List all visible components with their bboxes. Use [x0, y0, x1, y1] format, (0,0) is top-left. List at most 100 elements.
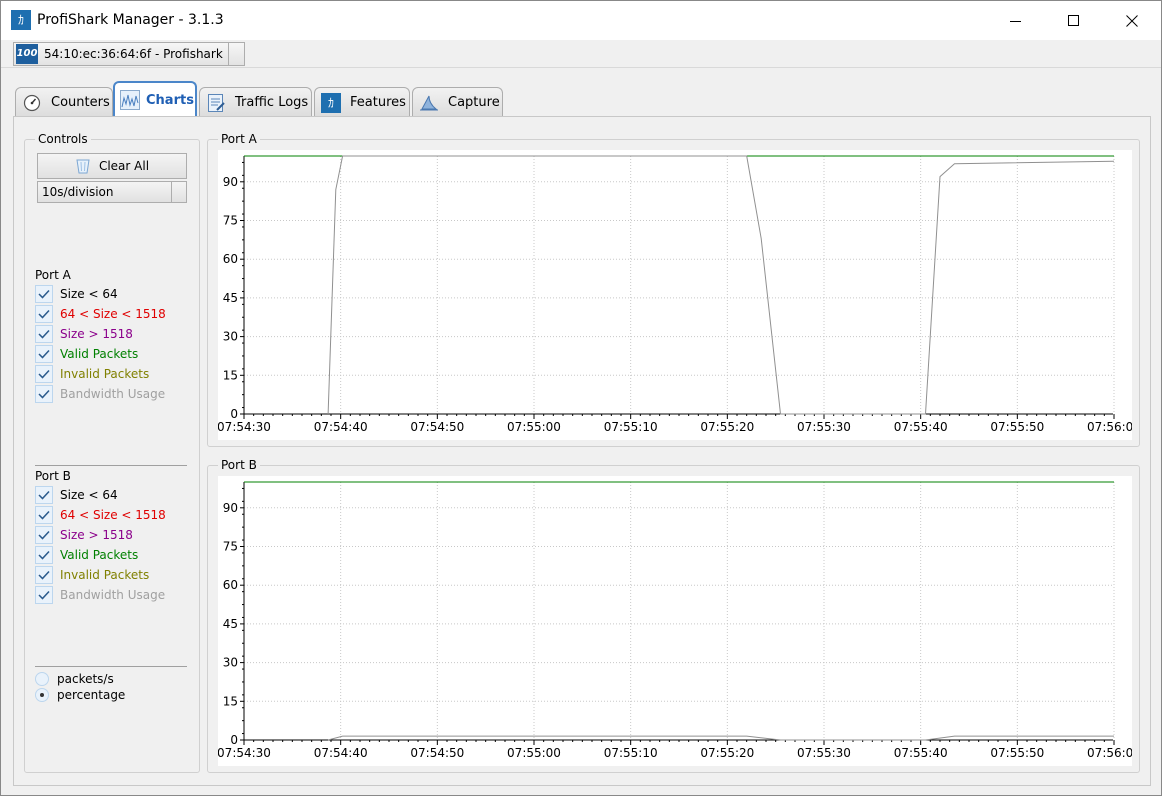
- x-tick-label: 07:55:30: [797, 746, 851, 760]
- series-label: Bandwidth Usage: [60, 588, 166, 602]
- maximize-button[interactable]: [1045, 1, 1103, 40]
- x-tick-label: 07:54:40: [314, 746, 368, 760]
- checkbox-box: [35, 586, 53, 604]
- port-a-bandwidth-usage-checkbox[interactable]: Bandwidth Usage: [35, 385, 165, 403]
- x-tick-label: 07:54:40: [314, 420, 368, 434]
- title-bar[interactable]: ｶ ProfiShark Manager - 3.1.3: [1, 1, 1161, 40]
- x-tick-label: 07:55:40: [894, 746, 948, 760]
- percentage-radio[interactable]: percentage: [35, 687, 125, 703]
- checkbox-box: [35, 385, 53, 403]
- series-label: Invalid Packets: [60, 367, 150, 381]
- x-tick-label: 07:54:50: [410, 746, 464, 760]
- tab-charts-label: Charts: [146, 92, 194, 108]
- checkmark-icon: [38, 369, 50, 379]
- clear-all-button[interactable]: Clear All: [37, 153, 187, 179]
- x-tick-label: 07:55:50: [990, 746, 1044, 760]
- port-b-bandwidth-usage-checkbox[interactable]: Bandwidth Usage: [35, 586, 165, 604]
- profishark-logo-icon: ｶ: [321, 92, 341, 113]
- y-tick-label: 60: [223, 252, 238, 266]
- tab-features-label: Features: [350, 95, 406, 110]
- radio-label: packets/s: [57, 672, 114, 686]
- x-tick-label: 07:54:30: [218, 420, 271, 434]
- tab-capture-label: Capture: [448, 95, 500, 110]
- checkbox-box: [35, 325, 53, 343]
- y-tick-label: 30: [223, 330, 238, 344]
- device-tab[interactable]: 100 54:10:ec:36:64:6f - Profishark: [13, 42, 245, 66]
- port-b-chart-svg[interactable]: 0 15 30 45 60 75 90 07:54:30 07:54:40 07:54:50 07:…: [217, 476, 1141, 766]
- port-a-chart-title: Port A: [218, 132, 260, 146]
- checkmark-icon: [38, 590, 50, 600]
- port-b-size-lt-64-checkbox[interactable]: Size < 64: [35, 486, 118, 504]
- series-label: Size < 64: [60, 287, 118, 301]
- series-label: Size > 1518: [60, 528, 133, 542]
- radio-selected-dot: [40, 693, 44, 697]
- divider: [35, 465, 187, 466]
- controls-group-title: Controls: [35, 132, 91, 146]
- chart-background: [218, 476, 1132, 766]
- port-b-chart-group: Port B 0 15 30 45 60 75 90 07:54:30 07:54:40 07:5…: [207, 458, 1141, 773]
- port-a-chart[interactable]: 0 15 30 45 60 75 90 07:54:30 07:54:40 07:54:50 07:…: [217, 150, 1141, 443]
- port-a-size-lt-64-checkbox[interactable]: Size < 64: [35, 285, 118, 303]
- x-tick-label: 07:55:50: [990, 420, 1044, 434]
- port-b-size-gt-1518-checkbox[interactable]: Size > 1518: [35, 526, 133, 544]
- port-a-chart-svg[interactable]: 0 15 30 45 60 75 90 07:54:30 07:54:40 07:54:50 07:…: [217, 150, 1141, 440]
- series-label: Invalid Packets: [60, 568, 150, 582]
- division-dropdown-arrow[interactable]: [171, 182, 186, 202]
- port-a-size-gt-1518-checkbox[interactable]: Size > 1518: [35, 325, 133, 343]
- port-a-size-64-1518-checkbox[interactable]: 64 < Size < 1518: [35, 305, 166, 323]
- device-tab-splitter[interactable]: [228, 43, 244, 65]
- port-b-invalid-packets-checkbox[interactable]: Invalid Packets: [35, 566, 149, 584]
- x-tick-label: 07:55:00: [507, 420, 561, 434]
- division-select[interactable]: 10s/division: [37, 181, 187, 203]
- port-a-valid-packets-checkbox[interactable]: Valid Packets: [35, 345, 138, 363]
- series-label: 64 < Size < 1518: [60, 307, 166, 321]
- checkmark-icon: [38, 329, 50, 339]
- x-tick-label: 07:55:10: [604, 420, 658, 434]
- packets-per-second-radio[interactable]: packets/s: [35, 671, 114, 687]
- tab-charts[interactable]: Charts: [113, 81, 197, 117]
- tab-features[interactable]: ｶ Features: [314, 87, 410, 117]
- radio-circle: [35, 672, 49, 686]
- close-button[interactable]: [1103, 1, 1161, 40]
- window-title: ProfiShark Manager - 3.1.3: [37, 12, 224, 28]
- checkbox-box: [35, 526, 53, 544]
- port-b-chart-title: Port B: [218, 458, 260, 472]
- checkbox-box: [35, 506, 53, 524]
- tab-traffic-logs[interactable]: Traffic Logs: [199, 87, 312, 117]
- x-tick-label: 07:56:00: [1087, 746, 1132, 760]
- checkbox-box: [35, 486, 53, 504]
- y-tick-label: 30: [223, 656, 238, 670]
- radio-label: percentage: [57, 688, 126, 702]
- series-label: Size < 64: [60, 488, 118, 502]
- x-tick-label: 07:55:20: [700, 746, 754, 760]
- minimize-button[interactable]: [987, 1, 1045, 40]
- x-tick-label: 07:55:10: [604, 746, 658, 760]
- checkbox-box: [35, 285, 53, 303]
- y-tick-label: 75: [223, 214, 238, 228]
- checkbox-box: [35, 345, 53, 363]
- series-label: Valid Packets: [60, 347, 139, 361]
- port-b-size-64-1518-checkbox[interactable]: 64 < Size < 1518: [35, 506, 166, 524]
- profishark-logo-icon: ｶ: [11, 10, 31, 30]
- charts-panel: Controls Clear All 10s/division Port A S…: [13, 116, 1151, 786]
- controls-group: Controls Clear All 10s/division Port A S…: [24, 132, 200, 773]
- tab-traffic-logs-label: Traffic Logs: [235, 95, 309, 110]
- checkmark-icon: [38, 349, 50, 359]
- port-a-invalid-packets-checkbox[interactable]: Invalid Packets: [35, 365, 149, 383]
- y-tick-label: 45: [223, 291, 238, 305]
- shark-fin-icon: [419, 93, 439, 113]
- tab-capture[interactable]: Capture: [412, 87, 503, 117]
- series-label: Valid Packets: [60, 548, 139, 562]
- tab-counters-label: Counters: [51, 95, 110, 110]
- checkbox-box: [35, 546, 53, 564]
- port-b-valid-packets-checkbox[interactable]: Valid Packets: [35, 546, 138, 564]
- checkmark-icon: [38, 490, 50, 500]
- checkbox-box: [35, 365, 53, 383]
- checkbox-box: [35, 305, 53, 323]
- tab-counters[interactable]: Counters: [15, 87, 113, 117]
- port-b-chart[interactable]: 0 15 30 45 60 75 90 07:54:30 07:54:40 07:54:50 07:…: [217, 476, 1141, 769]
- port-a-section-label: Port A: [35, 268, 71, 282]
- checkbox-box: [35, 566, 53, 584]
- chart-background: [218, 150, 1132, 440]
- gauge-icon: [22, 93, 42, 113]
